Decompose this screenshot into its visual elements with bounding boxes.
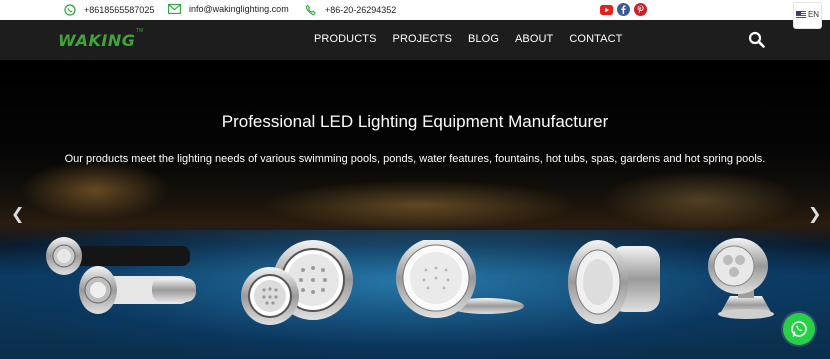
nav-item-about[interactable]: ABOUT <box>515 33 553 45</box>
pinterest-icon[interactable] <box>634 3 647 16</box>
search-icon <box>748 31 765 48</box>
main-navigation: WAKING TM PRODUCTS PROJECTS BLOG ABOUT C… <box>0 20 830 60</box>
whatsapp-icon <box>791 321 807 337</box>
nav-item-products[interactable]: PRODUCTS <box>314 33 377 45</box>
youtube-icon[interactable] <box>600 3 613 16</box>
hero-banner: Professional LED Lighting Equipment Manu… <box>0 60 830 359</box>
email-address[interactable]: info@wakinglighting.com <box>189 4 289 14</box>
top-contact-bar: +8618565587025 info@wakinglighting.com +… <box>0 0 830 29</box>
background-light <box>600 170 800 230</box>
email-contact[interactable]: info@wakinglighting.com <box>168 4 289 14</box>
hero-headline: Professional LED Lighting Equipment Manu… <box>221 112 609 131</box>
social-links <box>600 3 647 16</box>
product-image-tube-lights <box>46 237 196 314</box>
product-image-flat-light <box>396 240 524 318</box>
whatsapp-contact[interactable]: +8618565587025 <box>64 4 154 16</box>
nav-menu: PRODUCTS PROJECTS BLOG ABOUT CONTACT <box>314 33 638 45</box>
whatsapp-number[interactable]: +8618565587025 <box>84 5 154 15</box>
background-light <box>20 160 170 220</box>
language-label: EN <box>807 10 820 19</box>
slider-prev-arrow[interactable]: ❮ <box>11 204 24 223</box>
nav-item-projects[interactable]: PROJECTS <box>393 33 452 45</box>
whatsapp-icon <box>64 4 76 16</box>
phone-contact[interactable]: +86-20-26294352 <box>305 4 396 16</box>
trademark-mark: TM <box>136 28 144 34</box>
search-button[interactable] <box>748 31 765 53</box>
phone-icon <box>305 4 317 16</box>
us-flag-icon <box>795 11 806 18</box>
hero-subheadline: Our products meet the lighting needs of … <box>64 153 766 165</box>
nav-item-contact[interactable]: CONTACT <box>569 33 622 45</box>
background-light <box>260 180 580 230</box>
phone-number[interactable]: +86-20-26294352 <box>325 5 396 15</box>
product-image-niche-light <box>568 240 660 324</box>
product-image-pool-lights <box>241 240 353 325</box>
nav-item-blog[interactable]: BLOG <box>468 33 499 45</box>
mail-icon <box>168 4 181 14</box>
whatsapp-chat-button[interactable] <box>783 313 815 345</box>
product-image-spot-light <box>708 238 774 319</box>
language-selector[interactable]: EN <box>793 2 822 29</box>
facebook-icon[interactable] <box>617 3 630 16</box>
brand-logo[interactable]: WAKING <box>58 31 135 50</box>
slider-next-arrow[interactable]: ❯ <box>808 204 821 223</box>
